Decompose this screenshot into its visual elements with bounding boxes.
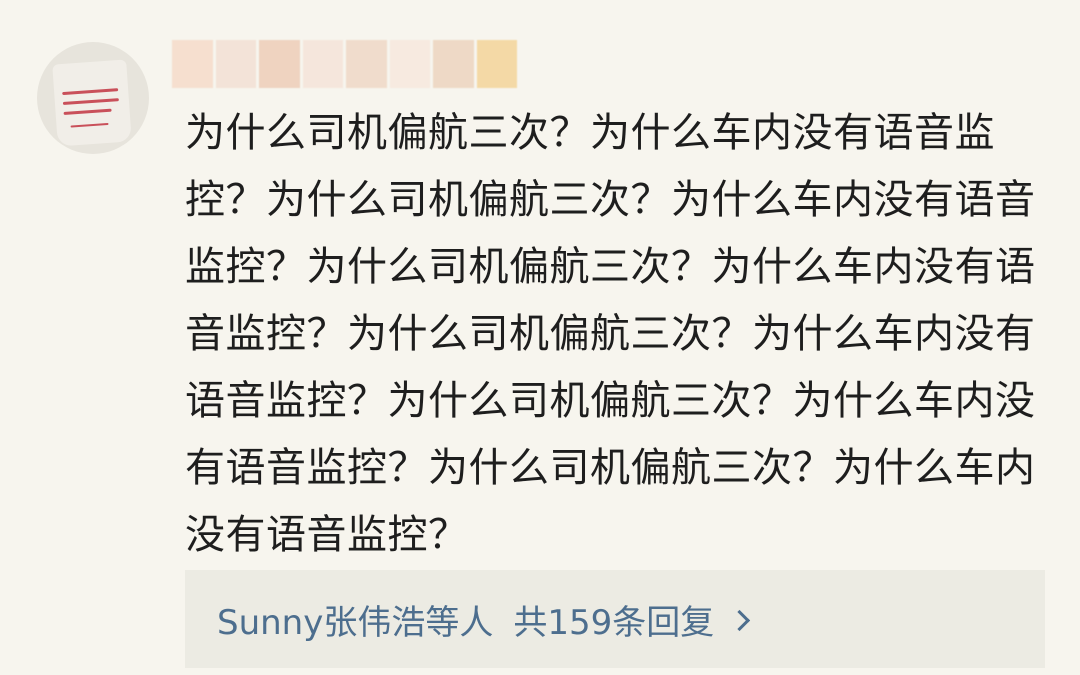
chevron-right-icon: [729, 609, 751, 631]
reply-count-label: 共159条回复: [513, 602, 715, 643]
username-blurred[interactable]: [172, 40, 517, 88]
avatar-image: [52, 59, 132, 147]
view-replies-button[interactable]: Sunny张伟浩等人 共159条回复: [185, 570, 1045, 668]
reply-users-label: Sunny张伟浩等人: [217, 602, 494, 643]
avatar[interactable]: [37, 42, 149, 154]
comment-text: 为什么司机偏航三次？为什么车内没有语音监控？为什么司机偏航三次？为什么车内没有语…: [185, 110, 1036, 558]
